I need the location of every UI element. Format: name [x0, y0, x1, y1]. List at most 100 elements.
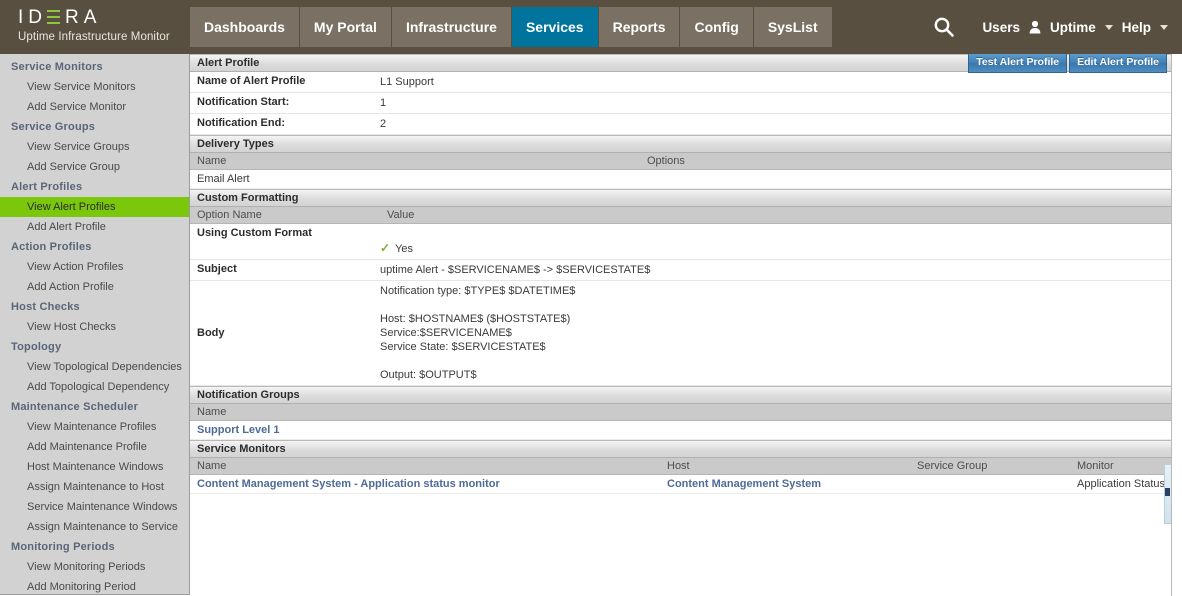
field-value-notification-end: 2 [380, 118, 387, 130]
column-header-monitor: Monitor [1077, 460, 1114, 472]
brand-logo-area[interactable]: IDRA Uptime Infrastructure Monitor [0, 0, 190, 54]
logo-letter-e-bars-icon [47, 10, 61, 24]
sidebar-item-view-alert-profiles[interactable]: View Alert Profiles [0, 197, 189, 217]
value-body: Notification type: $TYPE$ $DATETIME$ Hos… [380, 285, 576, 381]
sidebar-item-view-monitoring-periods[interactable]: View Monitoring Periods [0, 557, 189, 577]
logo-letter-d: D [28, 6, 48, 28]
row-subject: Subject uptime Alert - $SERVICENAME$ -> … [190, 260, 1171, 281]
sidebar-item-service-maintenance-windows[interactable]: Service Maintenance Windows [0, 497, 189, 517]
section-header-delivery-types: Delivery Types [190, 135, 1171, 153]
field-label-notification-start: Notification Start: [197, 96, 290, 108]
field-row-name-of-alert-profile: Name of Alert Profile L1 Support [190, 72, 1171, 93]
sidebar: Service Monitors View Service Monitors A… [0, 54, 190, 595]
column-header-monitor-name: Name [197, 460, 227, 472]
nav-tab-my-portal[interactable]: My Portal [299, 7, 391, 47]
sidebar-item-add-service-group[interactable]: Add Service Group [0, 157, 189, 177]
nav-tab-infrastructure[interactable]: Infrastructure [391, 7, 511, 47]
sidebar-item-view-action-profiles[interactable]: View Action Profiles [0, 257, 189, 277]
logo-letter-r: R [65, 6, 84, 28]
sidebar-item-add-alert-profile[interactable]: Add Alert Profile [0, 217, 189, 237]
sidebar-group-monitoring-periods: Monitoring Periods [11, 541, 115, 553]
sidebar-group-service-groups: Service Groups [11, 121, 96, 133]
notification-groups-column-headers: Name [190, 404, 1171, 421]
sidebar-item-add-monitoring-period[interactable]: Add Monitoring Period [0, 577, 189, 594]
logo-letter-a: A [83, 6, 102, 28]
section-header-custom-formatting: Custom Formatting [190, 189, 1171, 207]
service-monitors-column-headers: Name Host Service Group Monitor [190, 458, 1171, 475]
label-body: Body [197, 327, 225, 339]
sidebar-item-view-topological-dependencies[interactable]: View Topological Dependencies [0, 357, 189, 377]
sidebar-item-add-topological-dependency[interactable]: Add Topological Dependency [0, 377, 189, 397]
sidebar-group-maintenance-scheduler: Maintenance Scheduler [11, 401, 139, 413]
section-title-service-monitors: Service Monitors [197, 443, 286, 455]
table-row-service-monitor: Content Management System - Application … [190, 475, 1171, 494]
edit-alert-profile-button[interactable]: Edit Alert Profile [1069, 54, 1167, 73]
column-header-service-group: Service Group [917, 460, 988, 472]
custom-formatting-column-headers: Option Name Value [190, 207, 1171, 224]
column-header-notification-group-name: Name [197, 406, 227, 418]
sidebar-item-view-maintenance-profiles[interactable]: View Maintenance Profiles [0, 417, 189, 437]
sidebar-group-host-checks: Host Checks [11, 301, 80, 313]
nav-tab-services[interactable]: Services [511, 7, 598, 47]
sidebar-group-alert-profiles: Alert Profiles [11, 181, 83, 193]
service-monitor-name-link[interactable]: Content Management System - Application … [190, 478, 660, 490]
nav-tab-config[interactable]: Config [680, 7, 753, 47]
section-header-service-monitors: Service Monitors [190, 440, 1171, 458]
cell-delivery-name: Email Alert [197, 173, 250, 185]
search-icon[interactable] [933, 16, 955, 38]
users-link[interactable]: Users [982, 20, 1020, 35]
product-subtitle: Uptime Infrastructure Monitor [18, 31, 170, 43]
label-subject: Subject [197, 263, 237, 275]
sidebar-item-view-service-monitors[interactable]: View Service Monitors [0, 77, 189, 97]
alert-profile-actions: Test Alert Profile Edit Alert Profile [968, 54, 1167, 73]
main-navigation: Dashboards My Portal Infrastructure Serv… [190, 0, 832, 54]
label-using-custom-format: Using Custom Format [197, 227, 312, 239]
section-title-custom-formatting: Custom Formatting [197, 192, 299, 204]
column-header-option-value: Value [387, 209, 415, 221]
column-header-host: Host [667, 460, 690, 472]
account-menu-label[interactable]: Uptime [1050, 20, 1096, 35]
sidebar-group-action-profiles: Action Profiles [11, 241, 92, 253]
nav-tab-dashboards[interactable]: Dashboards [190, 7, 299, 47]
sidebar-item-assign-maintenance-to-service[interactable]: Assign Maintenance to Service [0, 517, 189, 537]
page-body: Service Monitors View Service Monitors A… [0, 54, 1182, 596]
header-right-controls: Users Uptime Help [933, 0, 1182, 54]
row-body: Body Notification type: $TYPE$ $DATETIME… [190, 281, 1171, 386]
chevron-down-icon-help[interactable] [1160, 24, 1168, 30]
sidebar-item-add-action-profile[interactable]: Add Action Profile [0, 277, 189, 297]
field-label-notification-end: Notification End: [197, 117, 285, 129]
right-gutter [1172, 54, 1182, 596]
edge-flyout-indicator-icon[interactable] [1165, 488, 1170, 496]
help-menu-label[interactable]: Help [1122, 20, 1151, 35]
main-content: Alert Profile Test Alert Profile Edit Al… [190, 54, 1172, 596]
sidebar-item-host-maintenance-windows[interactable]: Host Maintenance Windows [0, 457, 189, 477]
logo-letter-i: I [18, 6, 29, 28]
sidebar-item-add-service-monitor[interactable]: Add Service Monitor [0, 97, 189, 117]
nav-tab-reports[interactable]: Reports [598, 7, 680, 47]
table-row-delivery-type: Email Alert [190, 170, 1171, 189]
section-header-alert-profile: Alert Profile Test Alert Profile Edit Al… [190, 54, 1171, 73]
service-monitor-host-link[interactable]: Content Management System [660, 478, 910, 490]
sidebar-item-view-service-groups[interactable]: View Service Groups [0, 137, 189, 157]
notification-group-link[interactable]: Support Level 1 [190, 424, 280, 436]
field-label-name-of-alert-profile: Name of Alert Profile [197, 75, 306, 87]
top-header: IDRA Uptime Infrastructure Monitor Dashb… [0, 0, 1182, 54]
value-subject: uptime Alert - $SERVICENAME$ -> $SERVICE… [380, 264, 651, 276]
service-monitor-monitor-type: Application Status [1077, 478, 1166, 490]
sidebar-item-view-host-checks[interactable]: View Host Checks [0, 317, 189, 337]
section-header-notification-groups: Notification Groups [190, 386, 1171, 404]
row-using-custom-format: Using Custom Format ✓ Yes [190, 224, 1171, 260]
sidebar-item-add-maintenance-profile[interactable]: Add Maintenance Profile [0, 437, 189, 457]
sidebar-item-assign-maintenance-to-host[interactable]: Assign Maintenance to Host [0, 477, 189, 497]
field-value-name-of-alert-profile: L1 Support [380, 76, 434, 88]
idera-wordmark: IDRA [18, 7, 190, 27]
test-alert-profile-button[interactable]: Test Alert Profile [968, 54, 1068, 73]
sidebar-group-topology: Topology [11, 341, 62, 353]
sidebar-group-service-monitors: Service Monitors [11, 61, 103, 73]
user-icon[interactable] [1029, 20, 1041, 34]
value-using-custom-format-text: Yes [395, 243, 414, 255]
nav-tab-syslist[interactable]: SysList [753, 7, 832, 47]
section-title-notification-groups: Notification Groups [197, 389, 300, 401]
chevron-down-icon-account[interactable] [1104, 24, 1113, 30]
value-using-custom-format: ✓ Yes [380, 227, 413, 256]
